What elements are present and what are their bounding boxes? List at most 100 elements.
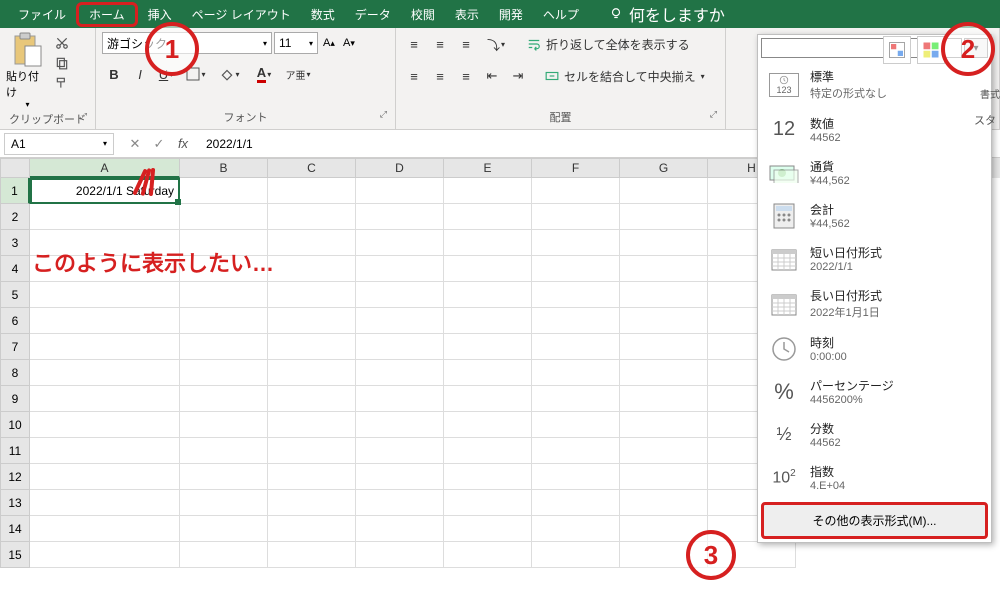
cell[interactable]	[444, 256, 532, 282]
cell[interactable]	[268, 334, 356, 360]
cell[interactable]	[180, 412, 268, 438]
merge-center-button[interactable]: セルを結合して中央揃え▾	[544, 68, 705, 85]
cell[interactable]	[444, 334, 532, 360]
cell[interactable]	[356, 334, 444, 360]
cell[interactable]	[620, 256, 708, 282]
cell[interactable]	[356, 438, 444, 464]
cell[interactable]	[532, 386, 620, 412]
cell[interactable]	[180, 542, 268, 568]
format-option[interactable]: 12 数値 44562	[758, 108, 991, 151]
cell[interactable]	[532, 412, 620, 438]
decrease-font-size-button[interactable]: A▾	[340, 32, 358, 54]
dialog-launcher-icon[interactable]: ⤢	[380, 109, 387, 120]
align-bottom-button[interactable]: ≡	[454, 32, 478, 56]
cut-button[interactable]	[52, 34, 72, 52]
cell[interactable]	[356, 516, 444, 542]
cell[interactable]	[268, 490, 356, 516]
cell[interactable]	[444, 490, 532, 516]
align-right-button[interactable]: ≡	[454, 64, 478, 88]
cell[interactable]	[30, 360, 180, 386]
cell[interactable]	[30, 204, 180, 230]
orientation-button[interactable]: ⤵▾	[480, 32, 512, 56]
column-header[interactable]: C	[268, 158, 356, 178]
cell[interactable]	[532, 178, 620, 204]
cell[interactable]	[356, 178, 444, 204]
cell[interactable]	[444, 308, 532, 334]
cell[interactable]	[30, 490, 180, 516]
row-header[interactable]: 6	[0, 308, 30, 334]
cell[interactable]	[268, 386, 356, 412]
cell[interactable]	[356, 256, 444, 282]
column-header[interactable]: D	[356, 158, 444, 178]
align-center-button[interactable]: ≡	[428, 64, 452, 88]
cancel-formula-button[interactable]: ✕	[124, 133, 146, 155]
cell[interactable]	[532, 204, 620, 230]
cell[interactable]	[444, 282, 532, 308]
cell[interactable]	[620, 412, 708, 438]
cell[interactable]	[180, 386, 268, 412]
cell[interactable]	[268, 516, 356, 542]
cell[interactable]	[532, 516, 620, 542]
cell[interactable]	[620, 386, 708, 412]
cell[interactable]	[620, 464, 708, 490]
italic-button[interactable]: I	[128, 62, 152, 86]
row-header[interactable]: 1	[0, 178, 30, 204]
cell[interactable]	[444, 386, 532, 412]
row-header[interactable]: 7	[0, 334, 30, 360]
cell[interactable]	[30, 464, 180, 490]
cell[interactable]: 2022/1/1 Saturday	[30, 178, 180, 204]
cell[interactable]	[532, 542, 620, 568]
row-header[interactable]: 12	[0, 464, 30, 490]
cell[interactable]	[180, 360, 268, 386]
cell[interactable]	[532, 438, 620, 464]
cell[interactable]	[620, 334, 708, 360]
row-header[interactable]: 4	[0, 256, 30, 282]
conditional-format-button[interactable]	[883, 36, 911, 64]
cell[interactable]	[268, 230, 356, 256]
cell[interactable]	[444, 230, 532, 256]
cell[interactable]	[30, 542, 180, 568]
cell[interactable]	[356, 360, 444, 386]
align-left-button[interactable]: ≡	[402, 64, 426, 88]
increase-indent-button[interactable]: ⇥	[506, 64, 530, 88]
cell[interactable]	[532, 360, 620, 386]
tell-me[interactable]: 何をしますか	[609, 2, 725, 26]
font-color-button[interactable]: A▾	[248, 62, 280, 86]
fill-color-button[interactable]: ▾	[214, 62, 246, 86]
cell[interactable]	[444, 178, 532, 204]
menu-view[interactable]: 表示	[445, 2, 489, 27]
cell[interactable]	[356, 412, 444, 438]
cell[interactable]	[268, 412, 356, 438]
cell[interactable]	[180, 178, 268, 204]
cell[interactable]	[268, 178, 356, 204]
cell[interactable]	[620, 308, 708, 334]
bold-button[interactable]: B	[102, 62, 126, 86]
format-option[interactable]: 時刻 0:00:00	[758, 327, 991, 370]
format-option[interactable]: % パーセンテージ 4456200%	[758, 370, 991, 413]
name-box[interactable]: A1▾	[4, 133, 114, 155]
cell[interactable]	[532, 334, 620, 360]
fx-button[interactable]: fx	[172, 133, 194, 155]
menu-help[interactable]: ヘルプ	[533, 2, 589, 27]
more-number-formats-button[interactable]: その他の表示形式(M)...	[761, 502, 988, 539]
align-middle-button[interactable]: ≡	[428, 32, 452, 56]
cell[interactable]	[620, 282, 708, 308]
cell[interactable]	[356, 464, 444, 490]
cell[interactable]	[620, 178, 708, 204]
phonetic-button[interactable]: ア亜▾	[282, 62, 314, 86]
cell[interactable]	[268, 308, 356, 334]
cell[interactable]	[444, 204, 532, 230]
menu-data[interactable]: データ	[345, 2, 401, 27]
cell[interactable]	[444, 412, 532, 438]
row-header[interactable]: 11	[0, 438, 30, 464]
decrease-indent-button[interactable]: ⇤	[480, 64, 504, 88]
cell[interactable]	[444, 464, 532, 490]
cell[interactable]	[180, 490, 268, 516]
cell[interactable]	[30, 282, 180, 308]
menu-file[interactable]: ファイル	[8, 2, 76, 27]
cell[interactable]	[268, 256, 356, 282]
format-option[interactable]: 短い日付形式 2022/1/1	[758, 237, 991, 280]
format-option[interactable]: 102 指数 4.E+04	[758, 456, 991, 499]
format-option[interactable]: 会計 ¥44,562	[758, 194, 991, 237]
column-header[interactable]: B	[180, 158, 268, 178]
